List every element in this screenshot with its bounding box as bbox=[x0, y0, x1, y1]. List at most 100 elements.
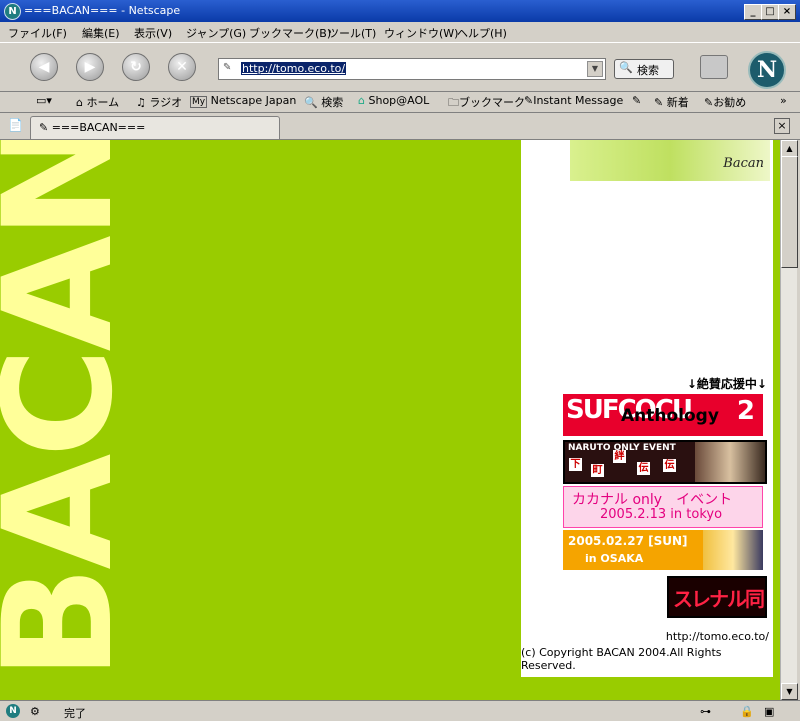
title-bar: N ===BACAN=== - Netscape _ □ × bbox=[0, 0, 800, 22]
headphones-icon: ♫ bbox=[136, 96, 146, 109]
recommend-label: お勧め bbox=[713, 96, 747, 109]
connection-icon: ⊶ bbox=[700, 705, 711, 718]
banner-surenaru[interactable]: スレナル同盟 bbox=[667, 576, 767, 618]
banner-osaka-event[interactable]: 2005.02.27 [SUN] in OSAKA bbox=[563, 530, 763, 570]
banner-surenaru-text: スレナル同盟 bbox=[673, 587, 765, 611]
security-icon[interactable]: 🔒 bbox=[740, 705, 754, 718]
search-label: 検索 bbox=[321, 96, 344, 109]
print-icon[interactable] bbox=[700, 55, 728, 79]
banner-kakanaru-title: カカナル only イベント bbox=[572, 492, 733, 508]
menu-help[interactable]: ヘルプ(H) bbox=[457, 25, 507, 41]
tab-bacan[interactable]: ✎ ===BACAN=== bbox=[30, 116, 280, 139]
right-panel: Bacan ↓絶賛応援中↓ SUFCOCU Anthology 2 NARUTO… bbox=[521, 140, 773, 677]
sidebar-toggle-icon[interactable]: ▭▾ bbox=[36, 94, 52, 107]
component-icons[interactable]: ⚙ bbox=[30, 705, 40, 718]
personal-search-link[interactable]: 🔍 検索 bbox=[304, 94, 343, 110]
close-tab-button[interactable]: × bbox=[774, 118, 790, 134]
personal-new-link[interactable]: ✎ 新着 bbox=[654, 94, 689, 110]
maximize-button[interactable]: □ bbox=[761, 4, 779, 20]
banner-kakanaru-event[interactable]: カカナル only イベント 2005.2.13 in tokyo bbox=[563, 486, 763, 528]
personal-bookmarks-folder[interactable]: 🗀ブックマーク bbox=[448, 94, 525, 113]
banner-character-art bbox=[695, 442, 765, 482]
reload-button[interactable]: ↻ bbox=[122, 53, 150, 81]
banner-kanji: 伝 bbox=[663, 459, 676, 472]
netscape-app-icon: N bbox=[4, 3, 21, 20]
netscape-japan-label: Netscape Japan bbox=[210, 94, 297, 107]
header-illustration[interactable]: Bacan bbox=[570, 140, 770, 181]
scroll-up-arrow[interactable]: ▲ bbox=[781, 140, 798, 157]
radio-label: ラジオ bbox=[149, 96, 183, 109]
personal-toolbar: ▭▾ ⌂ ホーム ♫ ラジオ My Netscape Japan 🔍 検索 ⌂ … bbox=[0, 90, 800, 113]
footer-copyright: (c) Copyright BACAN 2004.All Rights Rese… bbox=[521, 646, 722, 672]
page-icon: ✎ bbox=[223, 62, 232, 73]
personal-extra-link[interactable]: ✎ bbox=[632, 94, 641, 107]
banner-anthology[interactable]: SUFCOCU Anthology 2 bbox=[563, 394, 763, 436]
my-badge: My bbox=[190, 96, 208, 108]
menu-file[interactable]: ファイル(F) bbox=[8, 25, 67, 41]
menu-view[interactable]: 表示(V) bbox=[134, 25, 172, 41]
banner-kanji: 町 bbox=[591, 464, 604, 477]
banner-character-art bbox=[703, 530, 763, 570]
status-text: 完了 bbox=[64, 707, 86, 720]
page-icon: ✎ bbox=[39, 121, 49, 134]
close-window-button[interactable]: × bbox=[778, 4, 796, 20]
banner-anthology-num: 2 bbox=[736, 396, 755, 426]
shop-label: Shop@AOL bbox=[368, 94, 430, 107]
site-logo-text: BACAN bbox=[0, 140, 146, 680]
back-button[interactable]: ◀ bbox=[30, 53, 58, 81]
personal-radio-link[interactable]: ♫ ラジオ bbox=[136, 94, 182, 110]
aol-icon: ⌂ bbox=[358, 94, 365, 107]
tab-title: ===BACAN=== bbox=[51, 121, 146, 134]
vertical-scrollbar[interactable]: ▲ ▼ bbox=[780, 140, 798, 700]
bookmark-icon: ✎ bbox=[654, 96, 664, 109]
url-bar[interactable]: ✎ http://tomo.eco.to/ ▼ bbox=[218, 58, 606, 80]
banner-kanji: 下 bbox=[569, 458, 582, 471]
banner-naruto-event[interactable]: NARUTO ONLY EVENT 下 町 絆 伝 伝 bbox=[563, 440, 767, 484]
tab-bar: 📄 ✎ ===BACAN=== bbox=[0, 113, 800, 140]
window-title: ===BACAN=== - Netscape bbox=[24, 4, 181, 17]
banner-osaka-place: in OSAKA bbox=[585, 552, 644, 565]
popup-icon[interactable]: ▣ bbox=[764, 705, 774, 718]
footer-url: http://tomo.eco.to/ bbox=[665, 630, 769, 643]
banner-kanji: 絆 bbox=[613, 450, 626, 463]
bookmarks-label: ブックマーク bbox=[459, 96, 525, 109]
minimize-button[interactable]: _ bbox=[744, 4, 762, 20]
support-heading: ↓絶賛応援中↓ bbox=[686, 377, 767, 391]
url-text[interactable]: http://tomo.eco.to/ bbox=[241, 62, 347, 75]
search-icon: 🔍 bbox=[304, 96, 318, 109]
navigation-toolbar: ◀ ▶ ↻ ✕ ✎ http://tomo.eco.to/ ▼ 🔍 検索 N bbox=[0, 42, 800, 92]
home-label: ホーム bbox=[86, 96, 120, 109]
scroll-down-arrow[interactable]: ▼ bbox=[781, 683, 798, 700]
bookmark-icon: ✎ bbox=[524, 94, 534, 107]
folder-icon: 🗀 bbox=[448, 96, 459, 109]
web-content: BACAN Bacan ↓絶賛応援中↓ SUFCOCU Anthology 2 … bbox=[0, 140, 780, 700]
menu-bookmarks[interactable]: ブックマーク(B) bbox=[249, 25, 331, 41]
personal-instant-message-link[interactable]: ✎Instant Message bbox=[524, 94, 623, 107]
banner-kanji: 伝 bbox=[637, 462, 650, 475]
status-bar: N ⚙ 完了 ⊶ 🔒 ▣ bbox=[0, 700, 800, 721]
personal-recommend-link[interactable]: ✎お勧め bbox=[704, 94, 746, 110]
personal-home-link[interactable]: ⌂ ホーム bbox=[76, 94, 119, 110]
stop-button[interactable]: ✕ bbox=[168, 53, 196, 81]
search-button[interactable]: 🔍 検索 bbox=[614, 59, 674, 79]
scroll-thumb[interactable] bbox=[781, 156, 798, 268]
banner-kakanaru-date: 2005.2.13 in tokyo bbox=[600, 507, 723, 522]
new-tab-icon[interactable]: 📄 bbox=[8, 118, 23, 132]
forward-button[interactable]: ▶ bbox=[76, 53, 104, 81]
new-label: 新着 bbox=[666, 96, 689, 109]
menu-bar: ファイル(F) 編集(E) 表示(V) ジャンプ(G) ブックマーク(B) ツー… bbox=[0, 22, 800, 42]
personal-netscape-japan-link[interactable]: My Netscape Japan bbox=[190, 94, 297, 108]
personal-shop-link[interactable]: ⌂ Shop@AOL bbox=[358, 94, 429, 107]
bookmark-icon: ✎ bbox=[704, 96, 714, 109]
menu-window[interactable]: ウィンドウ(W) bbox=[384, 25, 458, 41]
menu-tools[interactable]: ツール(T) bbox=[328, 25, 376, 41]
header-illustration-text: Bacan bbox=[723, 156, 764, 171]
home-icon: ⌂ bbox=[76, 96, 83, 109]
instant-message-label: Instant Message bbox=[533, 94, 624, 107]
menu-edit[interactable]: 編集(E) bbox=[82, 25, 120, 41]
netscape-status-icon[interactable]: N bbox=[6, 704, 20, 718]
url-dropdown-icon[interactable]: ▼ bbox=[587, 61, 603, 77]
netscape-logo[interactable]: N bbox=[748, 51, 786, 89]
menu-go[interactable]: ジャンプ(G) bbox=[186, 25, 246, 41]
toolbar-overflow-icon[interactable]: » bbox=[780, 94, 787, 107]
